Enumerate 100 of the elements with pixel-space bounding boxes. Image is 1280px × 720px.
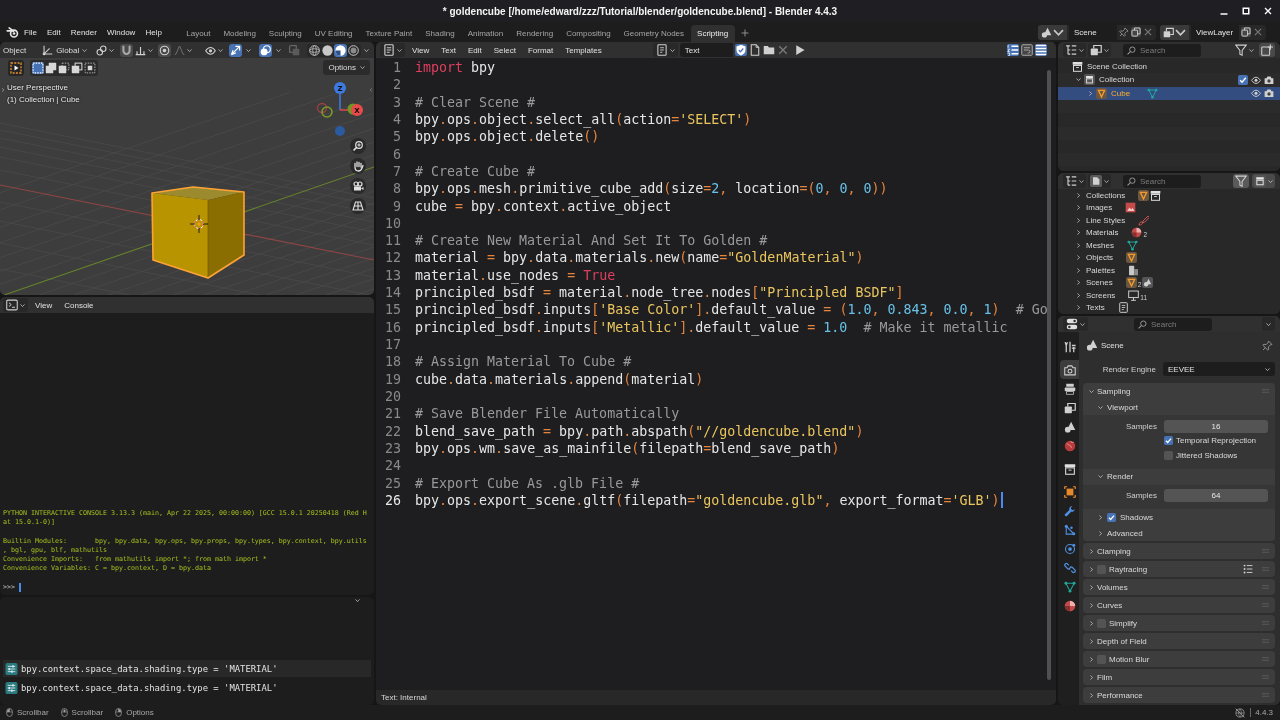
chevron-right-icon[interactable] xyxy=(1076,205,1081,211)
search-field[interactable]: Search xyxy=(1123,43,1201,57)
chevron-right-icon[interactable] xyxy=(1076,242,1081,248)
workspace-tab[interactable]: UV Editing xyxy=(308,25,360,42)
search-field[interactable]: Search xyxy=(1134,317,1212,331)
panel-header[interactable]: Film xyxy=(1083,669,1275,685)
menu-item[interactable]: File xyxy=(19,25,42,39)
outliner-row[interactable]: Scene Collection xyxy=(1058,60,1280,74)
checkbox[interactable] xyxy=(1107,512,1116,522)
chevron-right-icon[interactable] xyxy=(1089,584,1094,590)
snap-toggle[interactable] xyxy=(120,43,134,57)
chevron-right-icon[interactable] xyxy=(1089,566,1094,572)
square-minus-dashed-icon[interactable] xyxy=(58,62,70,74)
workspace-tab[interactable]: Modeling xyxy=(216,25,263,42)
number-field[interactable]: 64 xyxy=(1164,489,1268,503)
workspace-tab[interactable]: Geometry Nodes xyxy=(617,25,691,42)
arrows-icon[interactable] xyxy=(229,43,243,57)
chevron-right-icon[interactable] xyxy=(1089,674,1094,680)
filter-toggle[interactable] xyxy=(1233,174,1249,188)
half-shaded-circle-icon[interactable] xyxy=(334,43,348,57)
hand-icon[interactable] xyxy=(350,158,366,174)
filter-dropdown[interactable] xyxy=(1233,43,1256,57)
panel-header[interactable]: Clamping xyxy=(1083,543,1275,559)
scene-name-field[interactable]: Scene xyxy=(1069,24,1117,40)
perspective-grid-icon[interactable] xyxy=(350,198,366,214)
menu-item[interactable]: Console xyxy=(59,300,99,310)
orientation-dropdown[interactable]: Global xyxy=(42,43,88,57)
chevron-right-icon[interactable] xyxy=(1076,305,1081,311)
panel-header[interactable]: Performance xyxy=(1083,687,1275,703)
proportional-edit-toggle[interactable] xyxy=(158,43,172,57)
crosshair-icon[interactable] xyxy=(189,214,209,234)
lines-icon[interactable] xyxy=(1035,44,1047,56)
panel-header[interactable]: Simplify xyxy=(1083,615,1275,631)
workspace-tab[interactable]: Texture Paint xyxy=(359,25,419,42)
chevron-right-icon[interactable] xyxy=(1089,656,1094,662)
workspace-tab[interactable]: Scripting xyxy=(690,25,735,42)
chevron-right-icon[interactable] xyxy=(1098,530,1103,536)
browse-button[interactable] xyxy=(1038,24,1067,40)
chevron-right-icon[interactable] xyxy=(1076,192,1081,198)
overlapping-circles-icon[interactable] xyxy=(259,43,273,57)
panel-header[interactable]: Shadows xyxy=(1083,509,1275,525)
outliner-row[interactable]: Images xyxy=(1058,201,1280,214)
editor-type-button[interactable] xyxy=(3,298,28,312)
outliner-row[interactable]: Meshes xyxy=(1058,239,1280,252)
panel-header[interactable]: Advanced xyxy=(1083,525,1275,541)
cross-icon[interactable] xyxy=(1253,27,1263,37)
blender-logo-icon[interactable] xyxy=(6,26,19,38)
workspace-tab[interactable]: Animation xyxy=(461,25,510,42)
dashed-square-icon[interactable] xyxy=(32,62,44,74)
checkbox-label[interactable]: Jittered Shadows xyxy=(1176,450,1238,460)
outliner-row[interactable]: Texts xyxy=(1058,301,1280,314)
workspace-tab[interactable]: Layout xyxy=(179,25,217,42)
panel-header[interactable]: Sampling xyxy=(1083,383,1275,399)
chevron-right-icon[interactable] xyxy=(1089,620,1094,626)
outliner-row[interactable]: Line Styles xyxy=(1058,214,1280,227)
checkbox[interactable] xyxy=(1164,450,1173,460)
workspace-tab[interactable]: Compositing xyxy=(559,25,618,42)
scrollbar[interactable] xyxy=(1047,70,1051,680)
view-layer-button[interactable] xyxy=(1088,43,1111,57)
chevron-right-icon[interactable] xyxy=(1,87,5,93)
movie-camera-icon[interactable] xyxy=(350,178,366,194)
plus-icon[interactable] xyxy=(740,29,749,37)
menu-item[interactable]: Format xyxy=(522,45,559,55)
pin-icon[interactable] xyxy=(1119,27,1129,37)
zoom-icon[interactable] xyxy=(350,138,366,154)
properties-tab[interactable] xyxy=(1060,360,1079,379)
chevron-right-icon[interactable] xyxy=(1088,90,1093,96)
menu-item[interactable]: View xyxy=(30,300,58,310)
overlapping-squares-icon[interactable] xyxy=(45,62,57,74)
chevron-right-icon[interactable] xyxy=(1076,267,1081,273)
outliner-row[interactable]: Collections xyxy=(1058,189,1280,202)
chevron-right-icon[interactable] xyxy=(1076,230,1081,236)
menu-item[interactable]: Render xyxy=(65,25,102,39)
chevron-down-icon[interactable] xyxy=(1098,404,1103,410)
checkbox[interactable] xyxy=(1164,436,1173,446)
file-browse-button[interactable] xyxy=(1088,174,1111,188)
square-in-square-icon[interactable] xyxy=(84,62,96,74)
new-document-icon[interactable] xyxy=(748,44,761,56)
numbered-list-icon[interactable] xyxy=(1007,44,1019,56)
report-row[interactable]: bpy.context.space_data.shading.type = 'MATERIAL' xyxy=(3,660,371,677)
close-icon[interactable] xyxy=(1264,7,1272,15)
text-name-field[interactable]: Text xyxy=(679,43,733,57)
chevron-down-icon[interactable] xyxy=(1089,388,1094,394)
options-dropdown[interactable] xyxy=(1262,317,1275,331)
browse-button[interactable] xyxy=(1160,24,1189,40)
browse-button[interactable] xyxy=(652,43,678,57)
duplicate-icon[interactable] xyxy=(1241,27,1251,37)
wireframe-sphere-icon[interactable] xyxy=(308,43,322,57)
chevron-down-icon[interactable] xyxy=(276,47,282,53)
number-field[interactable]: 16 xyxy=(1164,419,1268,433)
chevron-right-icon[interactable] xyxy=(1076,255,1081,261)
cross-icon[interactable] xyxy=(1143,27,1153,37)
editor-type-button[interactable] xyxy=(1063,317,1088,331)
chevron-right-icon[interactable] xyxy=(1089,602,1094,608)
folder-icon[interactable] xyxy=(762,44,775,56)
pivot-dropdown[interactable] xyxy=(96,43,115,57)
chevron-right-icon[interactable] xyxy=(1089,548,1094,554)
new-collection-button[interactable] xyxy=(1259,43,1275,57)
menu-item[interactable]: Edit xyxy=(41,25,66,39)
menu-item[interactable]: Window xyxy=(101,25,141,39)
